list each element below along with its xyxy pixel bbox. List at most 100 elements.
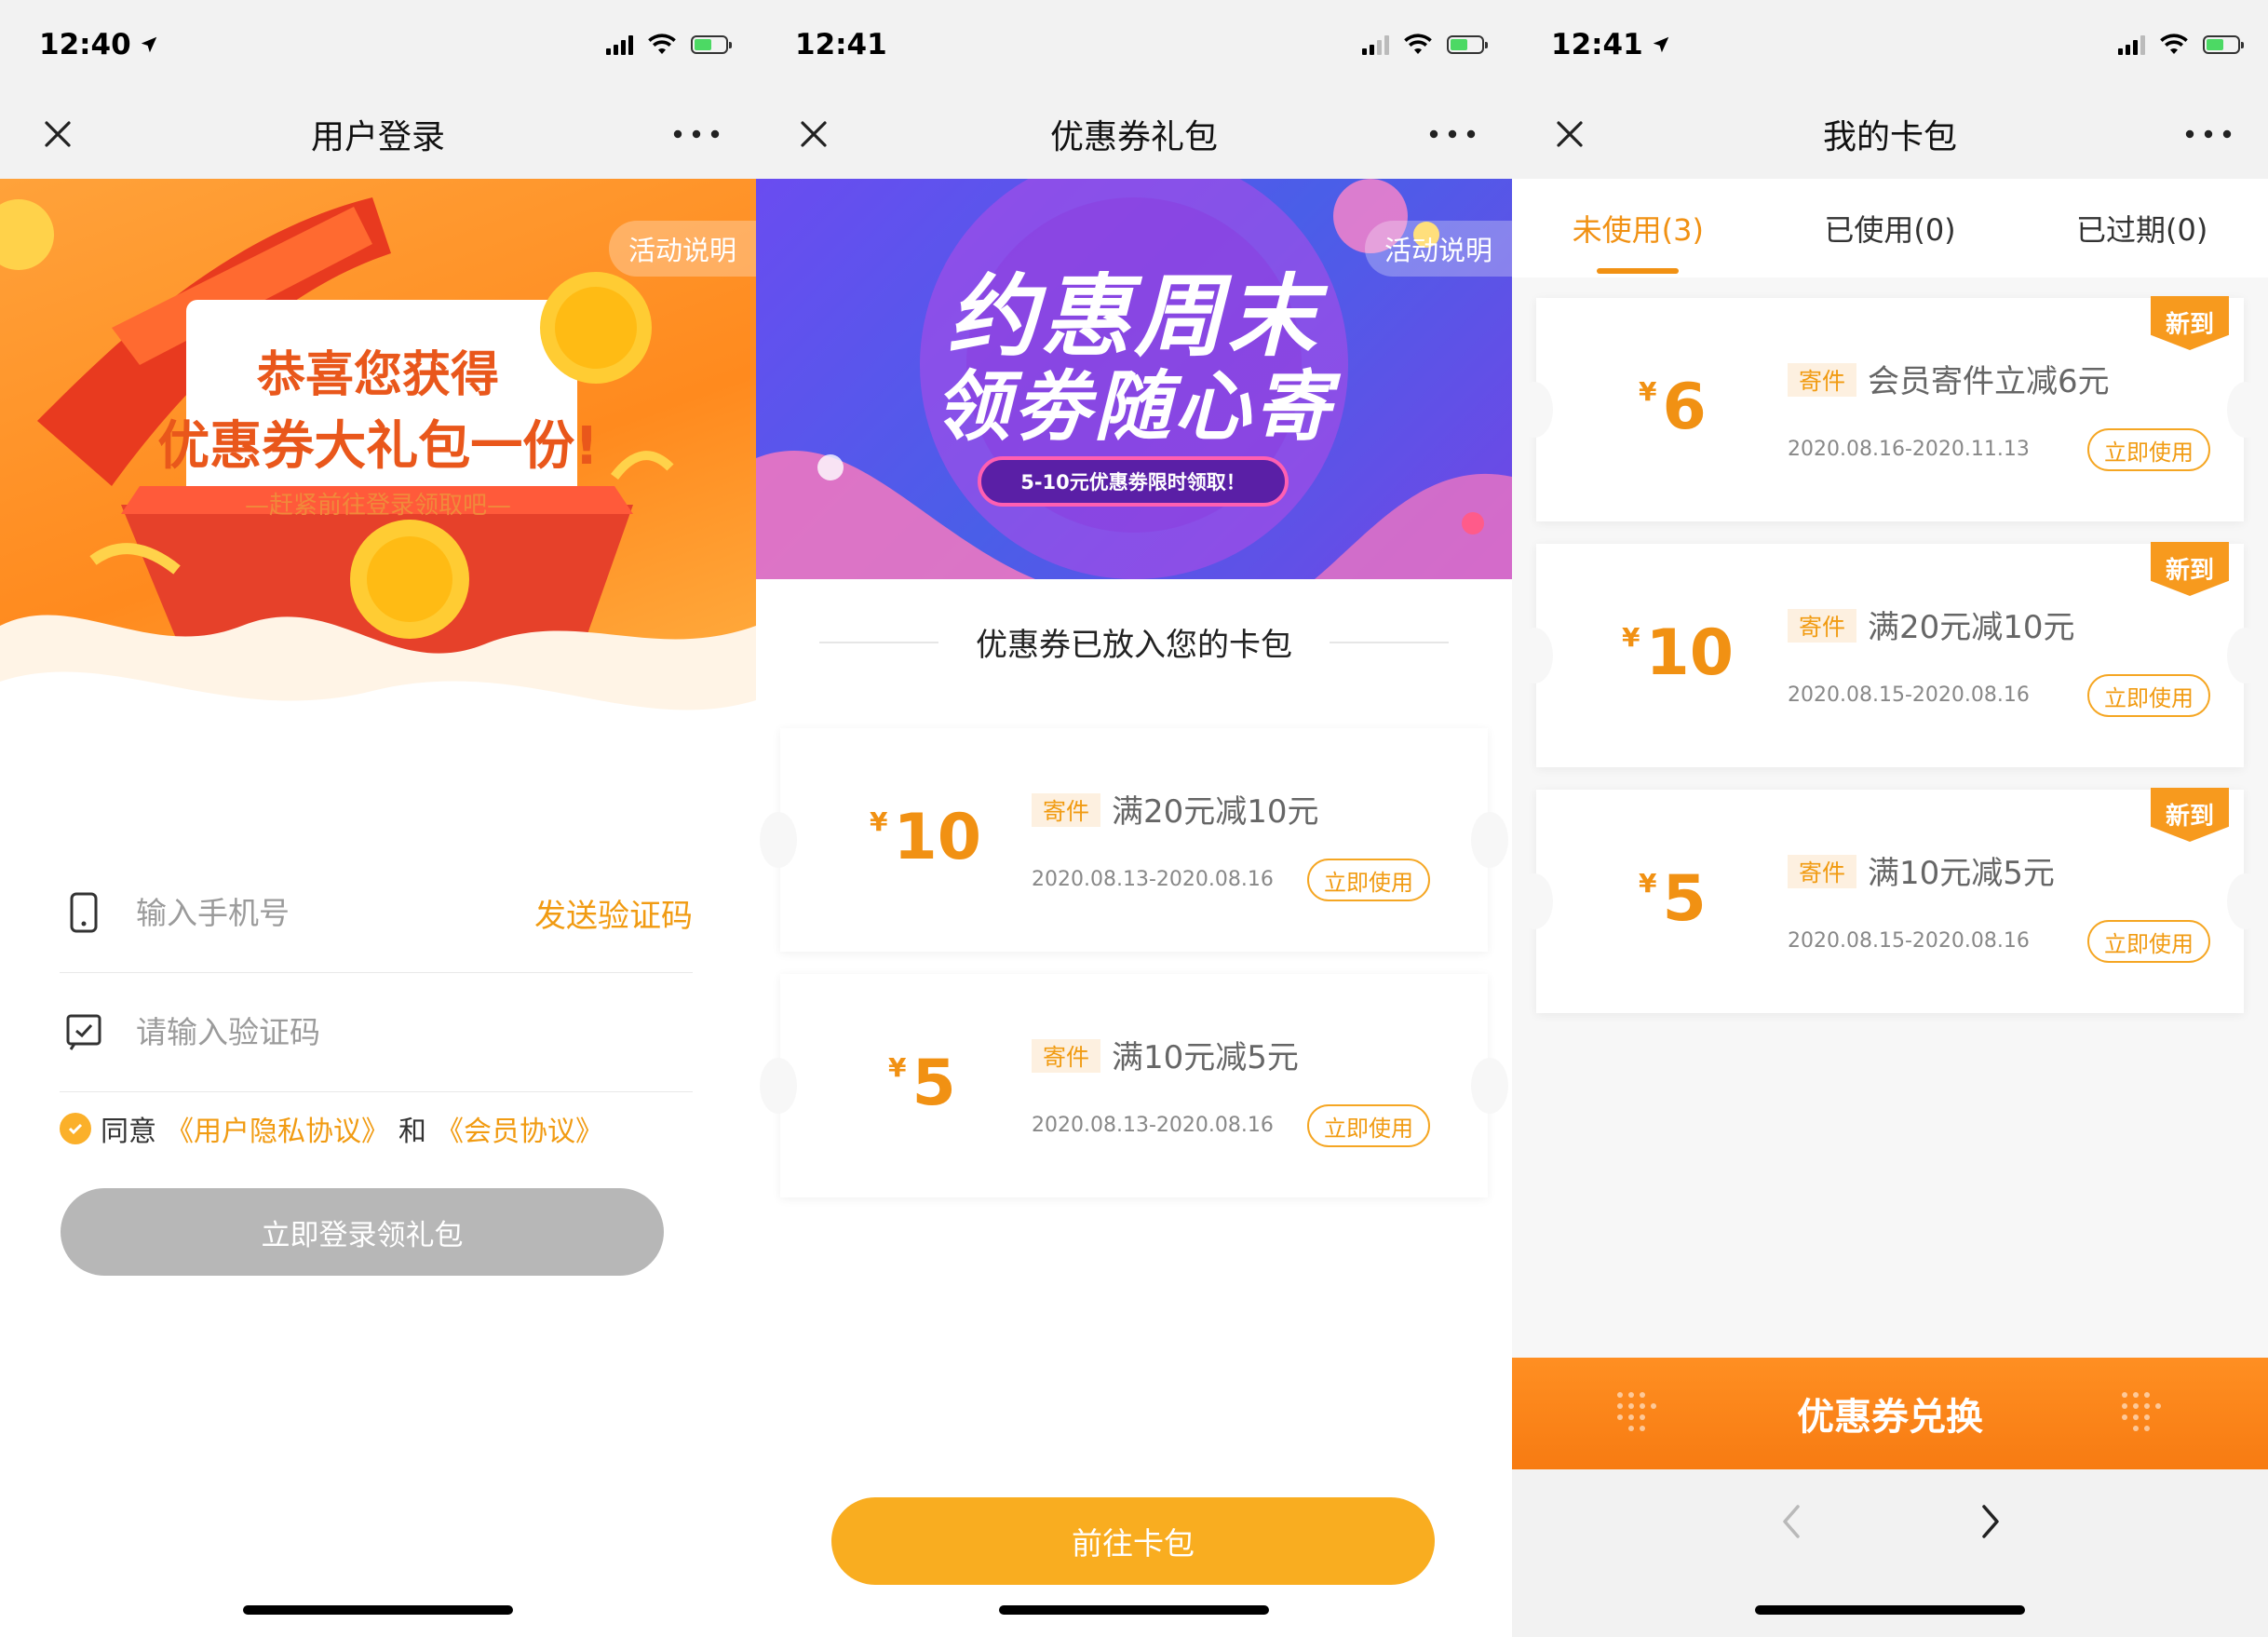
send-code-button[interactable]: 发送验证码 bbox=[534, 890, 693, 936]
status-time: 12:41 bbox=[795, 28, 887, 61]
coupon-amount: ¥6 bbox=[1639, 371, 1707, 445]
currency-symbol: ¥ bbox=[1639, 376, 1657, 407]
check-icon[interactable] bbox=[60, 1113, 91, 1144]
use-now-button[interactable]: 立即使用 bbox=[2087, 920, 2210, 963]
tab-unused[interactable]: 未使用(3) bbox=[1512, 179, 1764, 277]
coupon-title: 满20元减10元 bbox=[1112, 793, 1319, 831]
more-icon[interactable] bbox=[1426, 121, 1478, 147]
wifi-icon bbox=[2160, 34, 2188, 54]
coupon-exchange-button[interactable]: 优惠券兑换 bbox=[1512, 1358, 2268, 1469]
currency-symbol: ¥ bbox=[888, 1052, 907, 1083]
signal-icon bbox=[606, 34, 633, 55]
agreement-row: 同意 《用户隐私协议》 和 《会员协议》 bbox=[60, 1108, 603, 1149]
coupon-card: 新到 ¥10 寄件 满20元减10元 2020.08.15-2020.08.16… bbox=[1516, 542, 2264, 767]
coupon-amount: ¥5 bbox=[888, 1047, 956, 1121]
new-badge: 新到 bbox=[2151, 542, 2229, 596]
close-icon[interactable] bbox=[793, 114, 834, 155]
currency-symbol: ¥ bbox=[1622, 622, 1640, 653]
amount-value: 10 bbox=[1645, 616, 1735, 690]
more-icon[interactable] bbox=[2182, 121, 2234, 147]
nav-bar: 优惠券礼包 bbox=[756, 89, 1512, 179]
new-badge: 新到 bbox=[2151, 788, 2229, 842]
coupon-amount: ¥10 bbox=[870, 801, 981, 875]
nav-bar: 用户登录 bbox=[0, 89, 756, 179]
login-button[interactable]: 立即登录领礼包 bbox=[61, 1188, 664, 1276]
status-bar: 12:41 bbox=[756, 0, 1512, 89]
coupon-amount: ¥10 bbox=[1622, 616, 1734, 691]
status-time-text: 12:41 bbox=[795, 28, 887, 61]
section-header: 优惠券已放入您的卡包 bbox=[756, 619, 1512, 665]
goto-wallet-button[interactable]: 前往卡包 bbox=[831, 1497, 1435, 1585]
phone-row: 发送验证码 bbox=[60, 853, 693, 973]
promo-line2: 领劵随心寄 bbox=[934, 363, 1334, 452]
coupon-tabs: 未使用(3) 已使用(0) 已过期(0) bbox=[1512, 179, 2268, 278]
tab-expired[interactable]: 已过期(0) bbox=[2016, 179, 2268, 277]
coupon-card: ¥10 寄件 满20元减10元 2020.08.13-2020.08.16 立即… bbox=[760, 728, 1508, 952]
tab-used[interactable]: 已使用(0) bbox=[1764, 179, 2017, 277]
section-title: 优惠券已放入您的卡包 bbox=[976, 627, 1292, 664]
phone-input[interactable] bbox=[134, 893, 534, 932]
use-now-button[interactable]: 立即使用 bbox=[1307, 859, 1430, 901]
promo-ribbon: 5-10元优惠劵限时领取！ bbox=[1020, 471, 1246, 494]
wifi-icon bbox=[1404, 34, 1432, 54]
home-indicator bbox=[999, 1605, 1269, 1615]
code-row bbox=[60, 972, 693, 1092]
coupon-tag: 寄件 bbox=[1788, 855, 1857, 888]
code-input[interactable] bbox=[134, 1012, 693, 1051]
screen-my-wallet: 12:41 我的卡包 未使用(3) 已使用(0) 已过期(0) 新到 ¥6 寄件 bbox=[1512, 0, 2268, 1637]
agree-prefix: 同意 bbox=[101, 1116, 156, 1148]
banner-sub: —赶紧前往登录领取吧— bbox=[244, 492, 511, 520]
coupon-date: 2020.08.13-2020.08.16 bbox=[1032, 868, 1274, 891]
currency-symbol: ¥ bbox=[870, 806, 888, 837]
amount-value: 6 bbox=[1662, 371, 1707, 444]
exchange-label: 优惠券兑换 bbox=[1797, 1396, 1983, 1439]
status-bar: 12:40 bbox=[0, 0, 756, 89]
sms-icon bbox=[63, 1011, 104, 1052]
home-indicator bbox=[243, 1605, 513, 1615]
banner-line1: 恭喜您获得 bbox=[256, 347, 499, 403]
phone-icon bbox=[63, 892, 104, 933]
use-now-button[interactable]: 立即使用 bbox=[2087, 674, 2210, 717]
home-indicator bbox=[1755, 1605, 2025, 1615]
page-title: 优惠券礼包 bbox=[1049, 118, 1218, 156]
divider bbox=[819, 641, 938, 643]
currency-symbol: ¥ bbox=[1639, 868, 1657, 899]
status-icons bbox=[606, 34, 732, 56]
coupon-tag: 寄件 bbox=[1788, 609, 1857, 643]
status-time-text: 12:40 bbox=[39, 28, 131, 61]
coupon-date: 2020.08.16-2020.11.13 bbox=[1788, 438, 2030, 461]
coupon-list: 新到 ¥6 寄件 会员寄件立减6元 2020.08.16-2020.11.13 … bbox=[1512, 277, 2268, 1358]
member-agreement-link[interactable]: 《会员协议》 bbox=[436, 1108, 603, 1149]
status-time-text: 12:41 bbox=[1551, 28, 1643, 61]
divider bbox=[1330, 641, 1449, 643]
page-title: 我的卡包 bbox=[1822, 118, 1957, 156]
use-now-button[interactable]: 立即使用 bbox=[1307, 1104, 1430, 1147]
status-time: 12:41 bbox=[1551, 28, 1671, 61]
wifi-icon bbox=[648, 34, 676, 54]
coupon-card: 新到 ¥6 寄件 会员寄件立减6元 2020.08.16-2020.11.13 … bbox=[1516, 296, 2264, 521]
more-icon[interactable] bbox=[670, 121, 722, 147]
banner-line2: 优惠券大礼包一份! bbox=[157, 416, 599, 477]
chevron-right-icon[interactable] bbox=[1964, 1495, 2017, 1548]
activity-info-button[interactable]: 活动说明 bbox=[609, 221, 756, 277]
privacy-agreement-link[interactable]: 《用户隐私协议》 bbox=[166, 1108, 389, 1149]
dots-decoration-icon bbox=[2122, 1392, 2161, 1431]
status-bar: 12:41 bbox=[1512, 0, 2268, 89]
close-icon[interactable] bbox=[37, 114, 78, 155]
amount-value: 5 bbox=[911, 1047, 956, 1120]
page-title: 用户登录 bbox=[310, 118, 445, 156]
coupon-tag: 寄件 bbox=[1032, 1039, 1101, 1073]
activity-info-button[interactable]: 活动说明 bbox=[1365, 221, 1512, 277]
signal-icon bbox=[1362, 34, 1389, 55]
signal-icon bbox=[2118, 34, 2145, 55]
screen-coupon-pack: 12:41 优惠券礼包 约惠周末 领劵随心寄 5-10元优惠劵限时领取！ 活动说… bbox=[756, 0, 1512, 1637]
amount-value: 5 bbox=[1662, 862, 1707, 936]
coupon-date: 2020.08.15-2020.08.16 bbox=[1788, 683, 2030, 707]
coupon-date: 2020.08.15-2020.08.16 bbox=[1788, 929, 2030, 953]
use-now-button[interactable]: 立即使用 bbox=[2087, 428, 2210, 471]
status-time: 12:40 bbox=[39, 28, 159, 61]
close-icon[interactable] bbox=[1549, 114, 1590, 155]
new-badge: 新到 bbox=[2151, 296, 2229, 350]
chevron-left-icon[interactable] bbox=[1765, 1495, 1817, 1548]
coupon-tag: 寄件 bbox=[1788, 363, 1857, 397]
